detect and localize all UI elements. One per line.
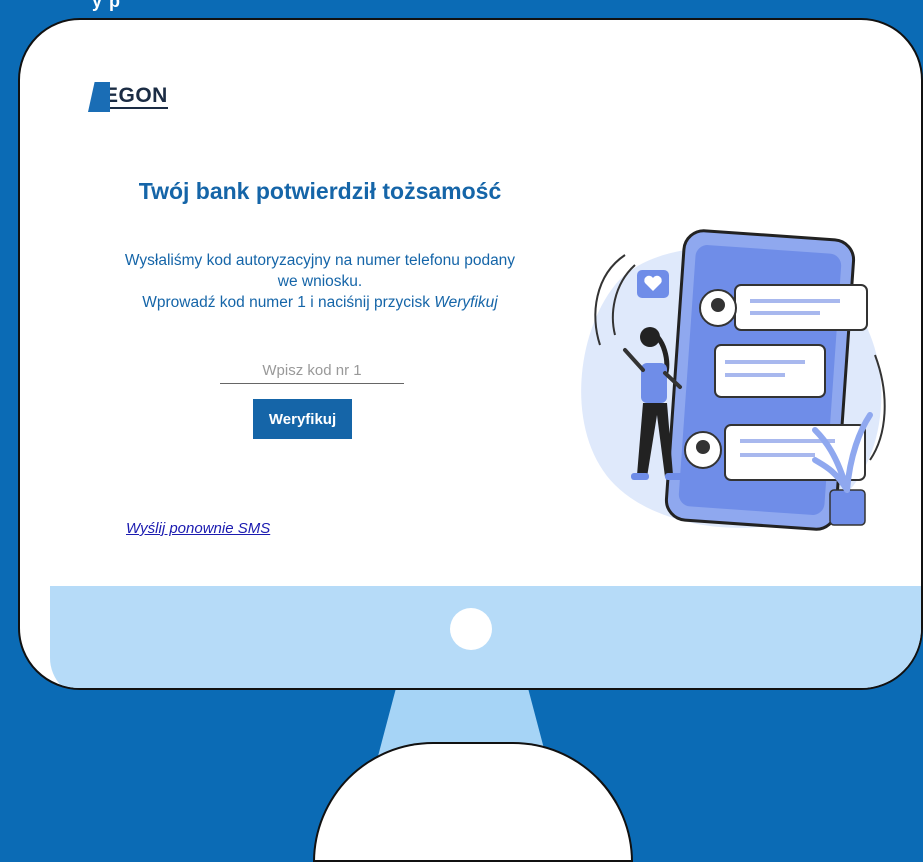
aegon-logo: EGON (88, 82, 168, 112)
page-title: Twój bank potwierdził tożsamość (138, 178, 502, 204)
woman-phone-chat-illustration (581, 229, 886, 531)
monitor-screen: EGON Twój bank potwierdził tożsamość Wys… (18, 18, 923, 690)
monitor-stand-base (313, 742, 633, 862)
aegon-logo-mark-icon (88, 82, 110, 112)
top-partial-text: y p (92, 0, 122, 11)
code-input[interactable] (220, 357, 404, 384)
instructions-emphasis: Weryfikuj (434, 294, 498, 311)
instructions-line-3-text: Wprowadź kod numer 1 i naciśnij przycisk (142, 294, 435, 311)
resend-sms-link[interactable]: Wyślij ponownie SMS (126, 520, 270, 537)
monitor-power-button-icon (450, 608, 492, 650)
instructions-line-3: Wprowadź kod numer 1 i naciśnij przycisk… (70, 292, 570, 313)
verify-button[interactable]: Weryfikuj (253, 399, 352, 439)
logo-text: EGON (102, 84, 168, 109)
instructions-line-1: Wysłaliśmy kod autoryzacyjny na numer te… (124, 252, 516, 269)
instructions: Wysłaliśmy kod autoryzacyjny na numer te… (70, 250, 570, 313)
instructions-line-2: we wniosku. (277, 273, 363, 290)
